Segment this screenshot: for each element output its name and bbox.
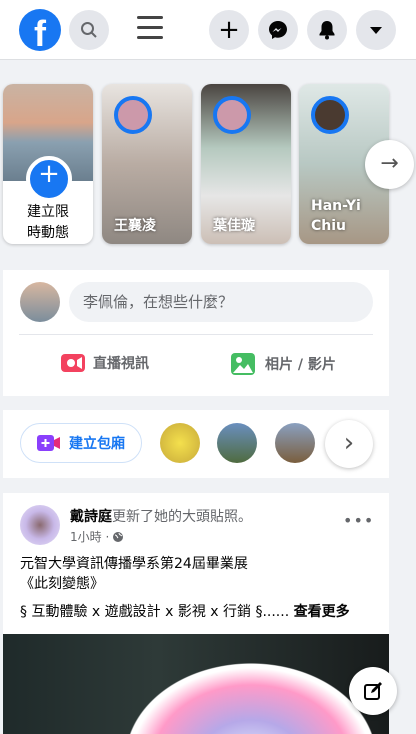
more-options-icon[interactable]: •••: [343, 511, 374, 530]
avatar: [213, 96, 251, 134]
bell-icon: [319, 21, 335, 40]
divider: [19, 334, 373, 335]
messenger-icon: [269, 21, 287, 39]
rooms-next-button[interactable]: ›: [325, 420, 373, 468]
avatar: [311, 96, 349, 134]
arrow-right-icon: →: [380, 151, 399, 176]
edit-icon: [364, 682, 382, 700]
caret-down-icon: [370, 27, 382, 34]
create-room-button[interactable]: 建立包廂: [20, 423, 142, 463]
post-meta: 1小時 ·: [70, 528, 124, 545]
plus-icon: +: [218, 15, 240, 45]
contact-avatar[interactable]: [217, 423, 257, 463]
video-plus-icon: [37, 435, 60, 451]
live-video-button[interactable]: 直播視訊: [61, 353, 149, 373]
status-input[interactable]: 李佩倫，在想些什麼？: [69, 282, 373, 322]
notifications-button[interactable]: [307, 10, 347, 50]
author-name[interactable]: 戴詩庭: [70, 509, 112, 525]
plus-icon: +: [26, 156, 72, 202]
timestamp[interactable]: 1小時 ·: [70, 528, 109, 545]
composer-card: 李佩倫，在想些什麼？ 直播視訊 相片 / 影片: [3, 270, 389, 396]
search-icon: [81, 22, 97, 38]
contact-avatar[interactable]: [160, 423, 200, 463]
create-story-label: 建立限 時動態: [27, 204, 69, 241]
menu-icon[interactable]: [137, 16, 163, 40]
stories-next-button[interactable]: →: [365, 140, 414, 189]
compose-button[interactable]: [349, 667, 397, 715]
facebook-logo[interactable]: f: [19, 9, 61, 51]
story-card[interactable]: 葉佳璇: [201, 84, 291, 244]
create-button[interactable]: +: [209, 10, 249, 50]
account-dropdown-button[interactable]: [356, 10, 396, 50]
rooms-card: 建立包廂 ›: [3, 410, 389, 478]
search-button[interactable]: [69, 10, 109, 50]
user-avatar: [20, 282, 60, 322]
chevron-right-icon: ›: [343, 428, 355, 458]
story-card[interactable]: 王襄凌: [102, 84, 192, 244]
globe-icon: [113, 531, 124, 542]
author-avatar[interactable]: [20, 505, 60, 545]
live-video-icon: [61, 354, 85, 372]
photo-icon: [231, 353, 255, 375]
post-text: 元智大學資訊傳播學系第24屆畢業展 《此刻變態》 § 互動體驗 x 遊戲設計 x…: [20, 556, 350, 620]
post-card: 戴詩庭更新了她的大頭貼照。 1小時 · ••• 元智大學資訊傳播學系第24屆畢業…: [3, 493, 389, 734]
messenger-button[interactable]: [258, 10, 298, 50]
contact-avatar[interactable]: [275, 423, 315, 463]
post-image[interactable]: [3, 634, 389, 734]
create-story-card[interactable]: + 建立限 時動態: [3, 84, 93, 244]
see-more-link[interactable]: 查看更多: [294, 604, 350, 620]
top-bar: f +: [0, 0, 416, 60]
avatar: [114, 96, 152, 134]
post-header: 戴詩庭更新了她的大頭貼照。: [70, 509, 252, 525]
photo-video-button[interactable]: 相片 / 影片: [231, 353, 336, 375]
